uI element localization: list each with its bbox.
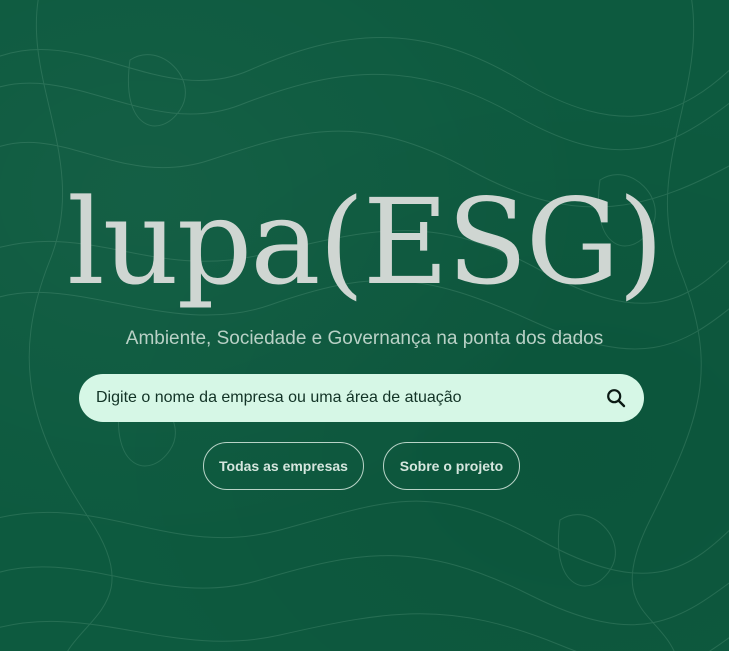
all-companies-label: Todas as empresas bbox=[219, 458, 348, 474]
search-bar bbox=[79, 374, 644, 422]
tagline: Ambiente, Sociedade e Governança na pont… bbox=[125, 328, 604, 349]
logo: lupa(ESG) bbox=[67, 173, 664, 311]
search-button[interactable] bbox=[604, 386, 628, 410]
hero-section: lupa(ESG) Ambiente, Sociedade e Governan… bbox=[0, 0, 729, 651]
about-project-button[interactable]: Sobre o projeto bbox=[383, 442, 520, 490]
search-icon bbox=[607, 389, 626, 408]
search-input[interactable] bbox=[96, 374, 576, 422]
all-companies-button[interactable]: Todas as empresas bbox=[203, 442, 364, 490]
about-project-label: Sobre o projeto bbox=[399, 458, 504, 474]
